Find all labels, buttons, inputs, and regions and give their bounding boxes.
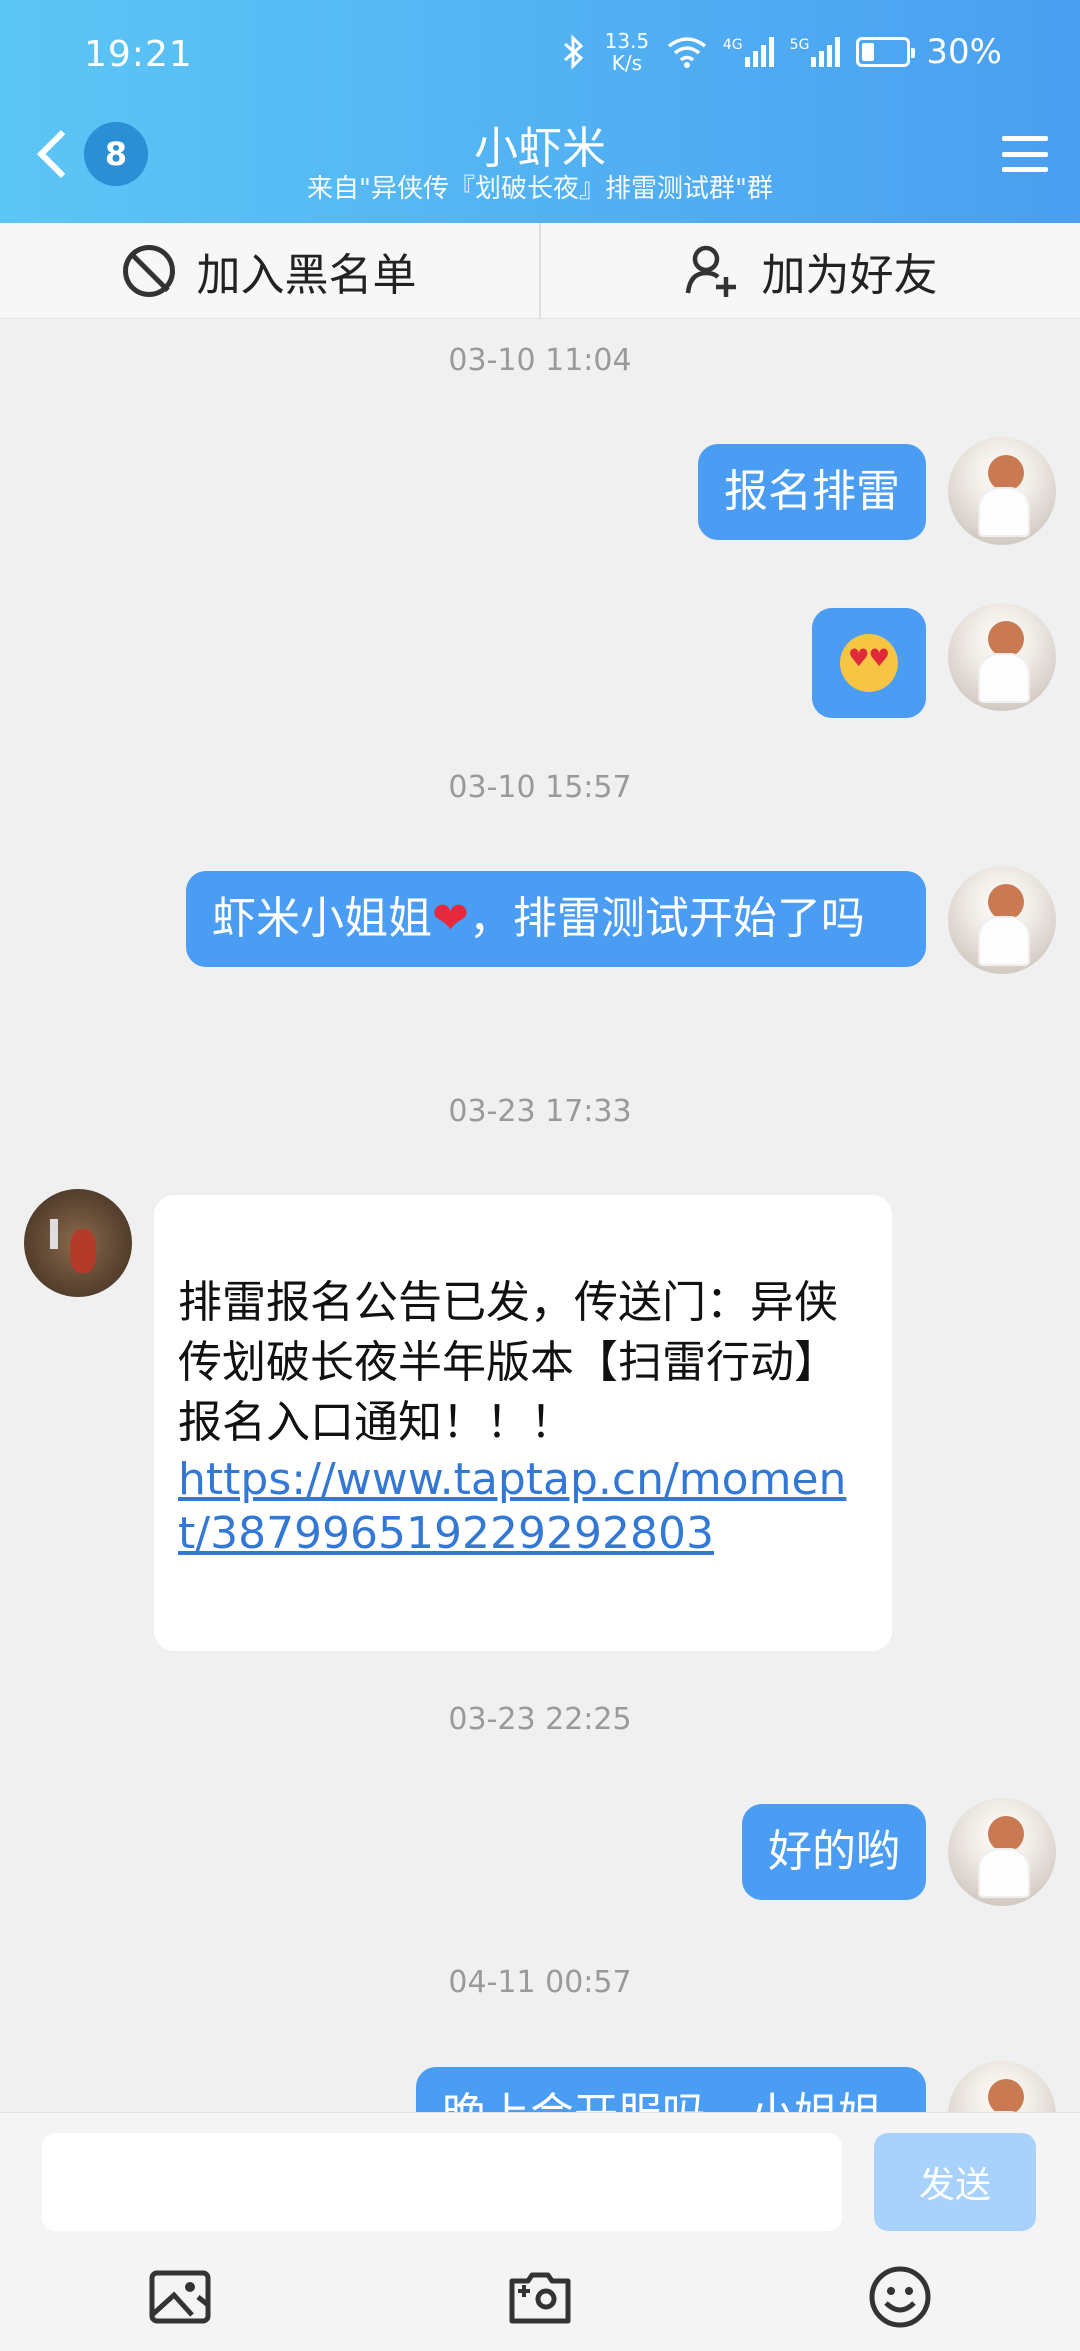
message-link[interactable]: https://www.taptap.cn/moment/38799651922… bbox=[178, 1453, 868, 1561]
timestamp: 03-10 15:57 bbox=[448, 770, 632, 805]
chat-title: 小虾米 bbox=[474, 123, 606, 174]
signal-4g-icon bbox=[744, 37, 774, 67]
heart-emoji-icon: ❤ bbox=[432, 893, 469, 944]
my-avatar[interactable] bbox=[948, 2061, 1056, 2112]
timestamp: 03-10 11:04 bbox=[448, 343, 632, 378]
stranger-action-bar: 加入黑名单 加为好友 bbox=[0, 223, 1080, 319]
battery-icon bbox=[856, 37, 916, 67]
status-icons: 13.5 K/s 4G 5G 30% bbox=[561, 30, 1002, 74]
my-avatar[interactable] bbox=[948, 603, 1056, 711]
signal-5g-icon bbox=[811, 37, 841, 67]
bluetooth-icon bbox=[563, 34, 584, 70]
message-bubble-sent[interactable]: 虾米小姐姐❤，排雷测试开始了吗 bbox=[186, 871, 926, 967]
chat-messages[interactable]: 03-10 11:04 报名排雷 03-10 15:57 虾米小姐姐❤，排雷测试… bbox=[0, 319, 1080, 2112]
chat-subtitle: 来自"异侠传『划破长夜』排雷测试群"群 bbox=[307, 174, 773, 204]
add-user-icon bbox=[685, 245, 736, 297]
my-avatar[interactable] bbox=[948, 437, 1056, 545]
message-text: 排雷报名公告已发，传送门：异侠传划破长夜半年版本【扫雷行动】报名入口通知！！！ bbox=[178, 1277, 838, 1448]
timestamp: 03-23 22:25 bbox=[448, 1702, 632, 1737]
add-to-blacklist-button[interactable]: 加入黑名单 bbox=[0, 223, 539, 318]
network-speed: 13.5 K/s bbox=[603, 30, 651, 74]
message-bubble-sent[interactable]: 晚上会开服吗，小姐姐 bbox=[416, 2067, 926, 2112]
menu-icon[interactable] bbox=[1002, 136, 1048, 172]
net-5g-label: 5G bbox=[789, 37, 810, 53]
battery-level: 30% bbox=[926, 32, 1002, 72]
message-bubble-sent[interactable]: 好的哟 bbox=[742, 1804, 926, 1900]
message-bubble-received[interactable]: 排雷报名公告已发，传送门：异侠传划破长夜半年版本【扫雷行动】报名入口通知！！！ … bbox=[154, 1195, 892, 1651]
add-to-blacklist-label: 加入黑名单 bbox=[196, 249, 417, 301]
message-bubble-sent-emoji[interactable] bbox=[812, 608, 926, 718]
input-bar: 发送 bbox=[0, 2112, 1080, 2351]
wifi-icon bbox=[667, 37, 706, 68]
contact-avatar[interactable] bbox=[24, 1189, 132, 1297]
camera-icon[interactable] bbox=[508, 2265, 572, 2329]
status-bar: 19:21 13.5 K/s 4G 5G 30% bbox=[0, 0, 1080, 110]
emoji-icon[interactable] bbox=[868, 2265, 932, 2329]
block-icon bbox=[122, 244, 175, 297]
message-input[interactable] bbox=[42, 2133, 842, 2231]
net-4g-label: 4G bbox=[722, 37, 743, 53]
add-friend-label: 加为好友 bbox=[761, 249, 938, 301]
network-speed-value: 13.5 bbox=[604, 29, 650, 53]
add-friend-button[interactable]: 加为好友 bbox=[541, 223, 1080, 318]
heart-eyes-emoji-icon bbox=[840, 634, 898, 692]
status-time: 19:21 bbox=[84, 34, 193, 75]
network-speed-unit: K/s bbox=[611, 51, 643, 75]
message-text: 虾米小姐姐 bbox=[212, 893, 432, 944]
timestamp: 04-11 00:57 bbox=[448, 1965, 632, 2000]
my-avatar[interactable] bbox=[948, 1798, 1056, 1906]
message-text: ，排雷测试开始了吗 bbox=[468, 893, 865, 944]
image-icon[interactable] bbox=[148, 2265, 212, 2329]
chat-header: 19:21 13.5 K/s 4G 5G 30% 8 小虾米 来自"异侠传『划破长… bbox=[0, 0, 1080, 223]
message-bubble-sent[interactable]: 报名排雷 bbox=[698, 444, 926, 540]
my-avatar[interactable] bbox=[948, 866, 1056, 974]
timestamp: 03-23 17:33 bbox=[448, 1094, 632, 1129]
send-button[interactable]: 发送 bbox=[874, 2133, 1036, 2231]
